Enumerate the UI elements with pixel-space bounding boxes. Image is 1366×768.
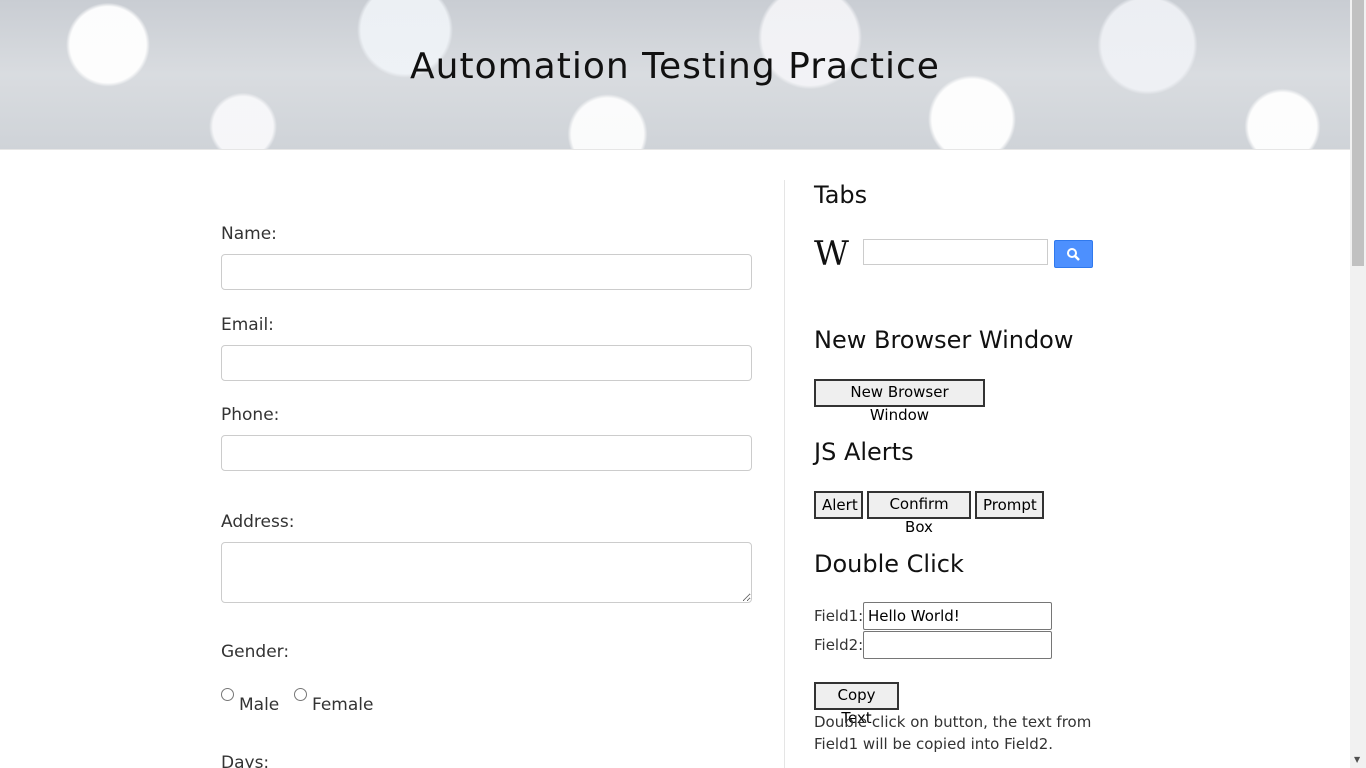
phone-label: Phone: (221, 405, 280, 425)
name-label: Name: (221, 224, 277, 244)
field1-label: Field1: (814, 607, 864, 625)
field2-label: Field2: (814, 636, 864, 654)
alert-button[interactable]: Alert (814, 491, 863, 519)
scroll-down-arrow-icon[interactable]: ▼ (1354, 755, 1360, 764)
field2-input[interactable] (863, 631, 1052, 659)
new-window-heading: New Browser Window (814, 326, 1074, 354)
email-input[interactable] (221, 345, 752, 381)
female-label: Female (312, 695, 374, 715)
js-alerts-heading: JS Alerts (814, 438, 914, 466)
new-browser-window-button[interactable]: New Browser Window (814, 379, 985, 424)
page-title: Automation Testing Practice (410, 46, 940, 87)
header-banner: Automation Testing Practice (0, 0, 1350, 150)
address-label: Address: (221, 512, 295, 532)
vertical-scrollbar[interactable]: ▼ (1350, 0, 1366, 768)
email-label: Email: (221, 315, 274, 335)
search-icon (1067, 248, 1080, 261)
phone-input[interactable] (221, 435, 752, 471)
double-click-heading: Double Click (814, 550, 964, 578)
name-input[interactable] (221, 254, 752, 290)
male-label: Male (239, 695, 280, 715)
wikipedia-logo-icon: W (814, 234, 849, 274)
confirm-box-button[interactable]: Confirm Box (867, 491, 971, 536)
column-divider (784, 180, 785, 768)
address-textarea[interactable] (221, 542, 752, 603)
tabs-heading: Tabs (814, 181, 868, 209)
gender-label: Gender: (221, 642, 290, 662)
male-radio[interactable] (221, 688, 234, 701)
scrollbar-thumb[interactable] (1352, 0, 1364, 266)
copy-text-button[interactable]: Copy Text (814, 682, 899, 727)
wikipedia-search-input[interactable] (863, 239, 1048, 265)
wikipedia-search-button[interactable] (1054, 240, 1093, 268)
prompt-button[interactable]: Prompt (975, 491, 1044, 519)
days-label: Days: (221, 753, 270, 768)
female-radio[interactable] (294, 688, 307, 701)
field1-input[interactable] (863, 602, 1052, 630)
double-click-instructions: Double click on button, the text from Fi… (814, 713, 1092, 753)
